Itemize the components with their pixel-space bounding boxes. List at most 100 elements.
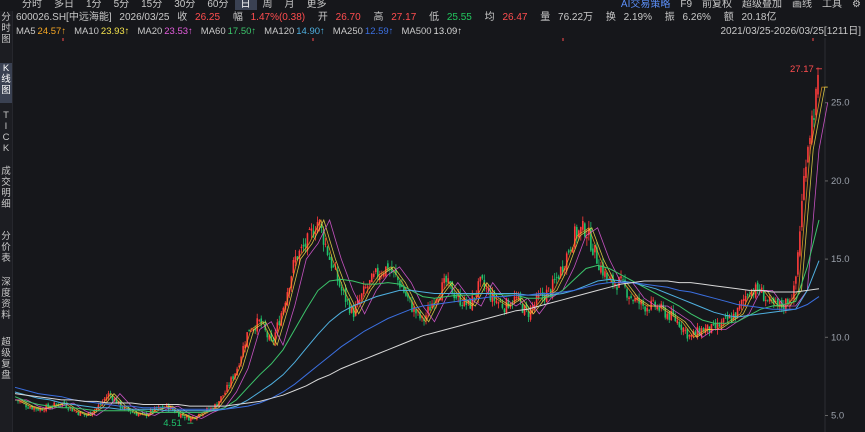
candle-body-144 — [304, 243, 307, 247]
ma-line-MA500 — [14, 280, 820, 407]
candle-body-397 — [813, 118, 815, 120]
candle-body-347 — [712, 324, 715, 325]
candle-body-394 — [807, 147, 809, 163]
candle-body-306 — [630, 296, 632, 299]
candle-body-287 — [592, 248, 594, 255]
sidebar-item-1[interactable]: K线图 — [0, 63, 12, 103]
candle-body-131 — [278, 320, 281, 326]
candle-body-165 — [346, 299, 349, 301]
candle-body-330 — [678, 322, 681, 327]
ma-legend-3: MA60 17.50↑ — [200, 26, 257, 37]
candle-body-390 — [799, 231, 801, 256]
right-menu: AI交易策略 F9 前复权 超级叠加 画线 工具 ⚙ — [621, 0, 861, 10]
candle-body-222 — [461, 304, 464, 307]
change-value: 1.47%(0.38) — [250, 12, 306, 23]
kline-chart[interactable]: 25.0 20.0 15.0 10.0 5.0 27.17 4.51 — [13, 38, 865, 432]
candle-body-214 — [445, 275, 447, 283]
overlay-button[interactable]: 超级叠加 — [742, 0, 782, 10]
tab-6[interactable]: 60分 — [201, 0, 234, 10]
candle-body-143 — [302, 244, 305, 247]
ai-strategy-button[interactable]: AI交易策略 — [621, 0, 670, 10]
candle-body-116 — [248, 329, 250, 332]
low-value: 25.55 — [446, 12, 472, 23]
ma-short-line-2 — [15, 102, 829, 420]
tab-7[interactable]: 日 — [234, 0, 257, 10]
candle-body-215 — [447, 278, 449, 283]
candle-body-317 — [652, 299, 654, 301]
amplitude-label: 振 — [664, 12, 675, 23]
candle-body-352 — [722, 318, 725, 323]
candle-body-59 — [133, 413, 136, 415]
fuquan-button[interactable]: 前复权 — [702, 0, 732, 10]
sidebar-item-5[interactable]: 深度资料 — [0, 277, 12, 325]
candle-body-29 — [73, 410, 76, 412]
volume-label: 量 — [540, 12, 551, 23]
draw-line-button[interactable]: 画线 — [792, 0, 812, 10]
candle-body-173 — [362, 286, 365, 295]
candle-body-103 — [222, 395, 224, 397]
candle-body-268 — [553, 278, 556, 280]
candle-body-179 — [374, 268, 377, 273]
candle-body-313 — [644, 306, 646, 312]
candle-body-368 — [754, 284, 757, 298]
tab-9[interactable]: 月 — [279, 0, 301, 10]
candle-body-331 — [680, 324, 683, 330]
tab-0[interactable]: 分时 — [16, 0, 48, 10]
candle-body-147 — [310, 228, 313, 231]
tab-10[interactable]: 更多 — [301, 0, 333, 10]
candle-body-353 — [724, 316, 727, 318]
period-tab-bar: 分时 多日 1分 5分 15分 30分 60分日周月更多 AI交易策略 F9 前复权 超级叠… — [0, 0, 865, 11]
candle-body-398 — [815, 88, 817, 116]
candle-body-319 — [656, 306, 658, 310]
tab-3[interactable]: 5分 — [108, 0, 136, 10]
candle-body-293 — [604, 271, 606, 277]
amount-value: 20.18亿 — [741, 12, 777, 23]
candle-body-53 — [121, 406, 124, 409]
high-value: 27.17 — [391, 12, 417, 23]
open-label: 开 — [317, 12, 328, 23]
f9-button[interactable]: F9 — [680, 0, 692, 10]
candle-body-176 — [368, 280, 371, 284]
candle-body-399 — [817, 74, 819, 95]
candle-body-269 — [555, 277, 558, 278]
candle-body-231 — [479, 276, 482, 282]
candle-body-155 — [326, 246, 329, 255]
tab-5[interactable]: 30分 — [168, 0, 201, 10]
candle-body-156 — [328, 256, 331, 260]
sidebar-item-0[interactable]: 分时图 — [0, 12, 12, 52]
candle-body-172 — [360, 293, 363, 300]
candle-body-106 — [228, 385, 230, 387]
sidebar-item-4[interactable]: 分价表 — [0, 231, 12, 271]
candle-body-388 — [795, 276, 797, 284]
ma-legend-row: MA5 24.57↑ MA10 23.93↑ MA20 23.53↑ MA60 17.50↑ M… — [16, 25, 470, 38]
candle-body-374 — [766, 299, 769, 301]
candle-body-14 — [43, 410, 45, 412]
candle-body-350 — [718, 324, 721, 327]
tab-4[interactable]: 15分 — [135, 0, 168, 10]
date-range: 2021/03/25-2026/03/25[1211日] — [720, 26, 862, 37]
tools-button[interactable]: 工具 — [822, 0, 842, 10]
amount-label: 额 — [723, 12, 734, 23]
tab-1[interactable]: 多日 — [48, 0, 80, 10]
candle-body-162 — [340, 287, 343, 291]
candle-body-139 — [294, 256, 297, 263]
candle-body-6 — [27, 407, 29, 409]
candle-body-249 — [515, 297, 518, 298]
sidebar-item-3[interactable]: 成交明细 — [0, 166, 12, 222]
gear-icon[interactable]: ⚙ — [852, 0, 861, 10]
amplitude-value: 6.26% — [682, 12, 711, 23]
turnover-value: 2.19% — [623, 12, 652, 23]
candle-body-154 — [324, 243, 327, 245]
tab-2[interactable]: 1分 — [80, 0, 108, 10]
low-label: 低 — [429, 12, 440, 23]
volume-value: 76.22万 — [558, 12, 594, 23]
sidebar-item-2[interactable]: TICK — [0, 110, 12, 158]
candle-body-362 — [742, 298, 745, 301]
avg-value: 26.47 — [502, 12, 528, 23]
candle-body-324 — [666, 313, 669, 319]
candle-body-373 — [764, 300, 767, 302]
tab-8[interactable]: 周 — [257, 0, 279, 10]
candle-body-142 — [300, 246, 303, 249]
sidebar-item-6[interactable]: 超级复盘 — [0, 337, 12, 393]
candle-body-130 — [276, 322, 279, 332]
